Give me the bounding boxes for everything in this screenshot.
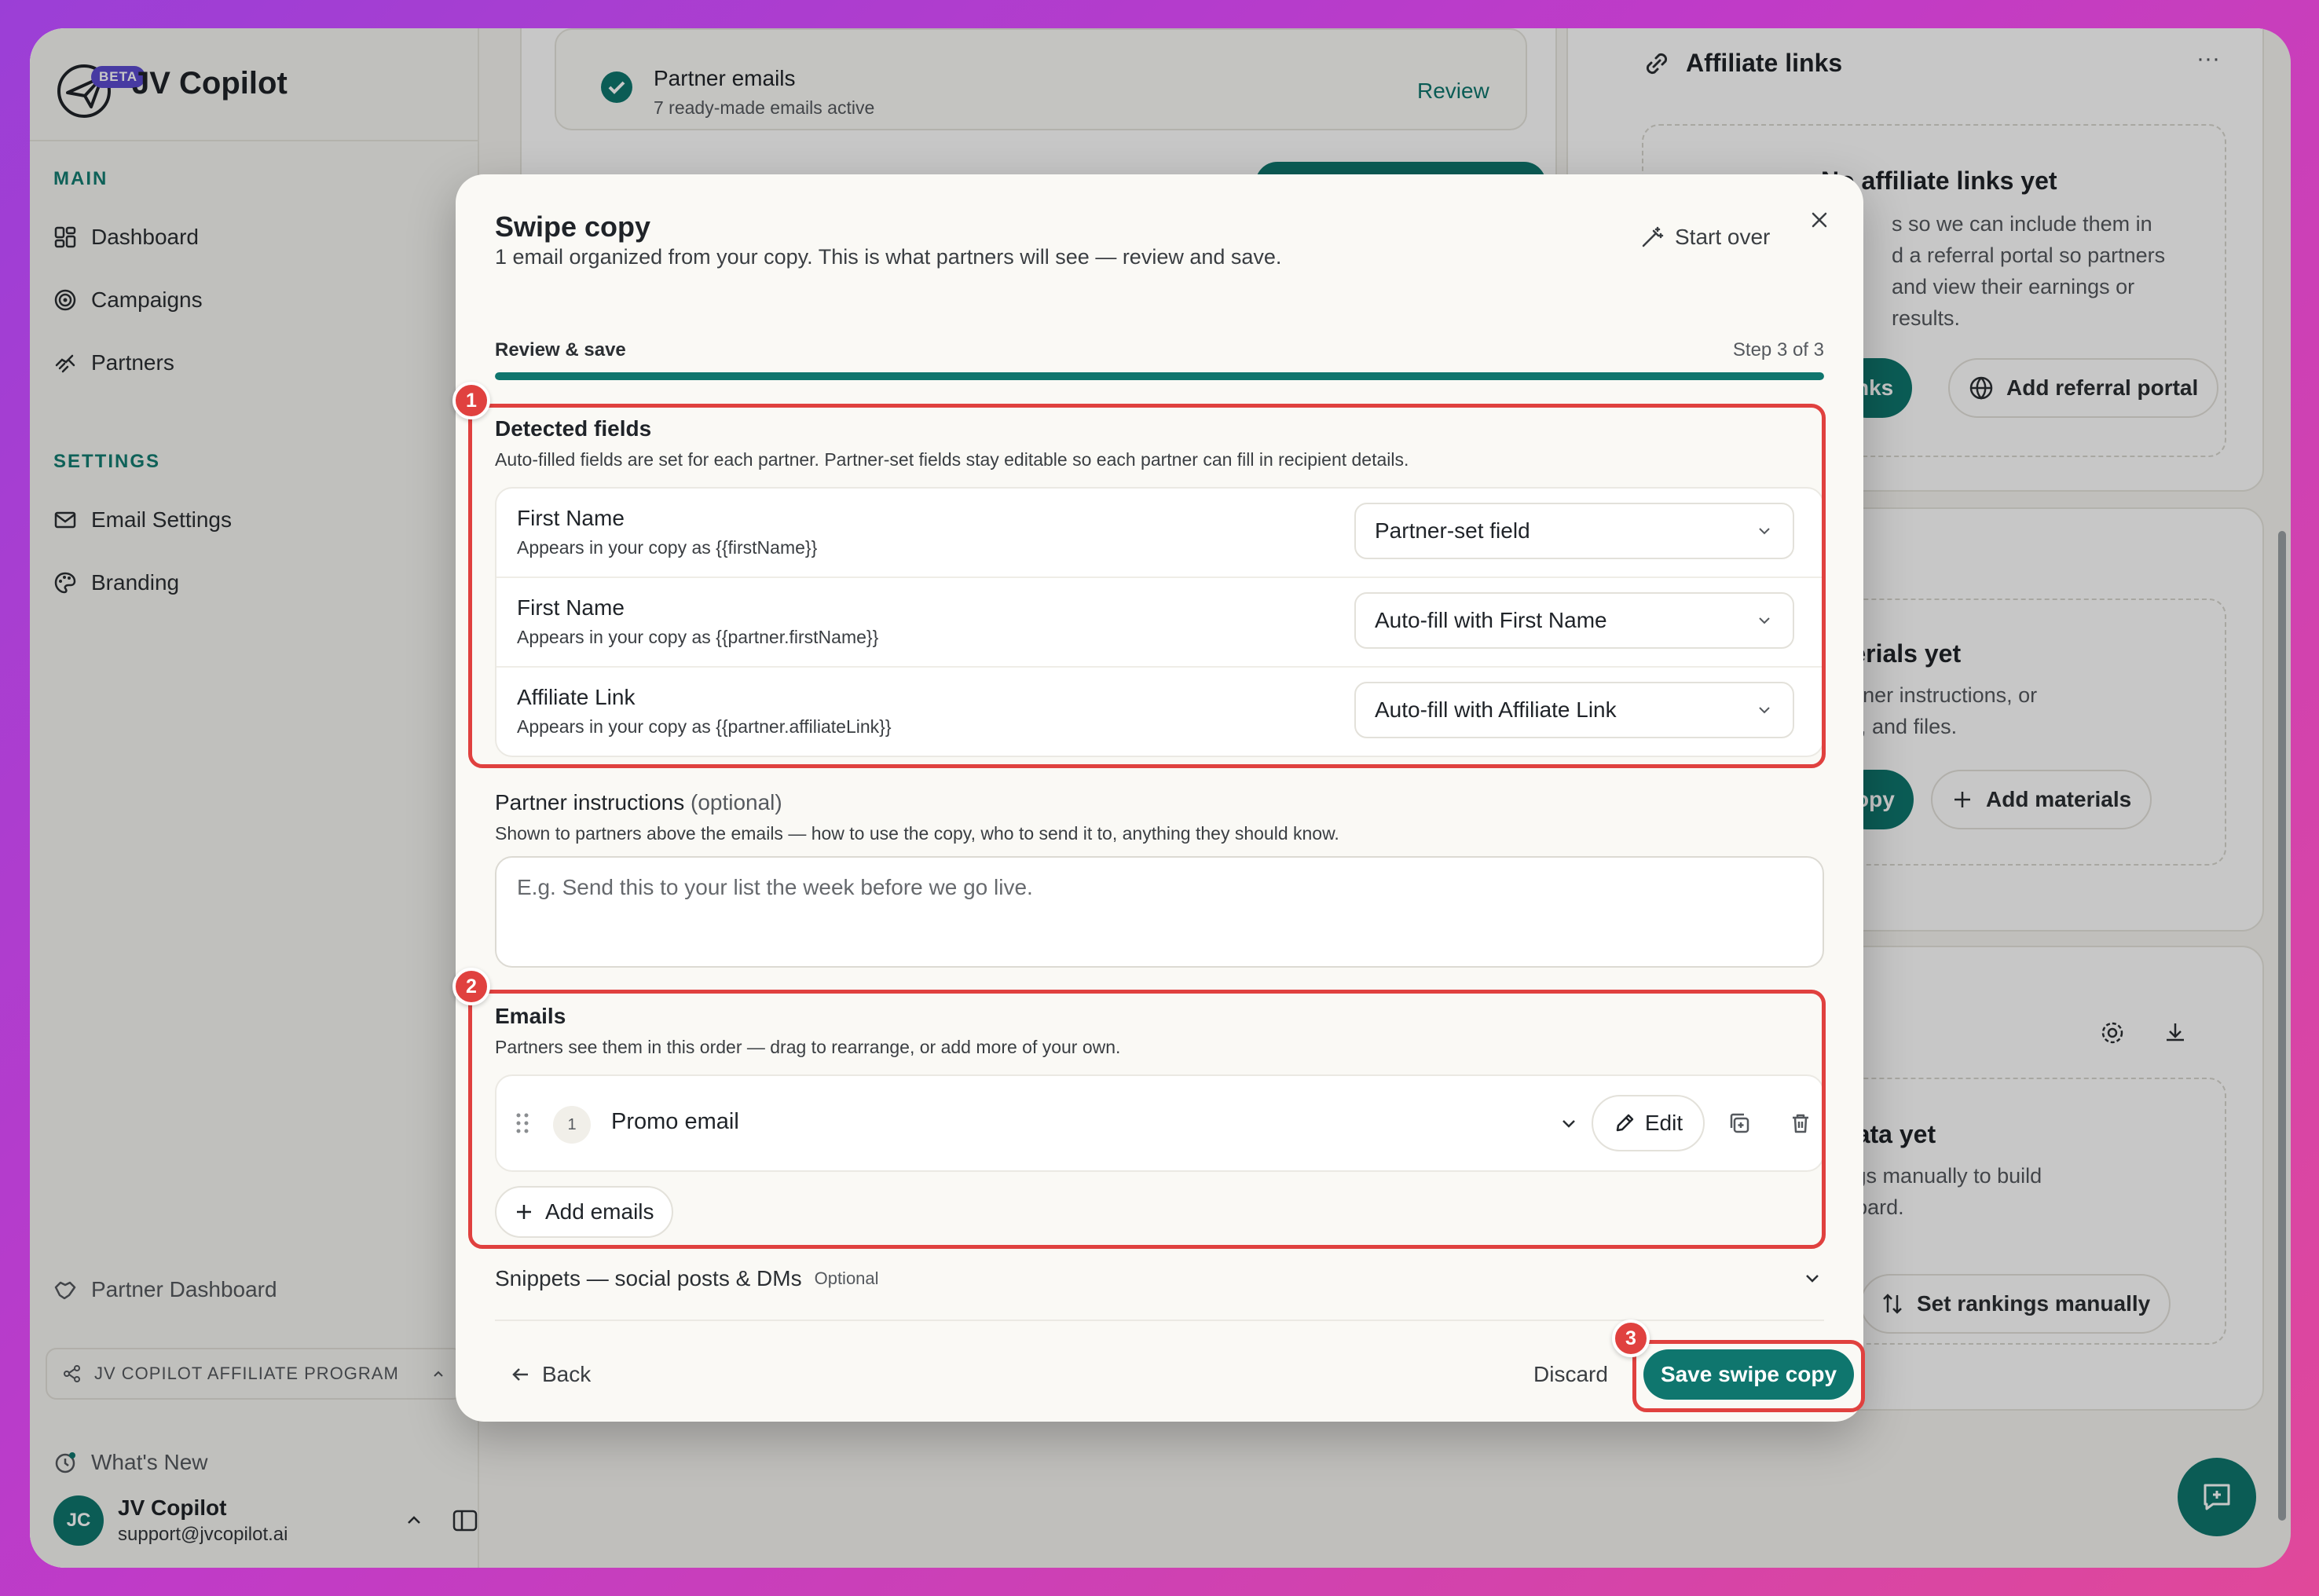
optional-label: (optional) bbox=[691, 790, 782, 814]
chevron-down-icon bbox=[1806, 1275, 1819, 1283]
magic-wand-icon bbox=[1642, 226, 1664, 247]
button-label: Start over bbox=[1675, 225, 1771, 249]
annotation-highlight-2 bbox=[468, 990, 1826, 1249]
optional-label: Optional bbox=[814, 1268, 879, 1288]
snippets-title: Snippets — social posts & DMs bbox=[495, 1266, 802, 1290]
button-label: Back bbox=[542, 1362, 592, 1386]
annotation-highlight-3 bbox=[1632, 1340, 1865, 1412]
instructions-label: Partner instructions bbox=[495, 790, 685, 814]
instructions-desc: Shown to partners above the emails — how… bbox=[495, 823, 1339, 844]
annotation-marker-1: 1 bbox=[452, 382, 490, 419]
snippets-section-toggle[interactable]: Snippets — social posts & DMs Optional bbox=[495, 1266, 1824, 1291]
discard-button[interactable]: Discard bbox=[1533, 1362, 1608, 1387]
swipe-copy-modal: Swipe copy 1 email organized from your c… bbox=[452, 174, 1865, 1422]
instructions-textarea[interactable]: E.g. Send this to your list the week bef… bbox=[495, 856, 1824, 968]
instructions-title: Partner instructions (optional) bbox=[495, 790, 782, 815]
annotation-marker-2: 2 bbox=[452, 968, 490, 1005]
progress-bar bbox=[495, 372, 1824, 380]
annotation-highlight-1 bbox=[468, 404, 1826, 768]
annotation-marker-3: 3 bbox=[1612, 1320, 1650, 1357]
close-icon bbox=[1812, 212, 1827, 228]
arrow-left-icon bbox=[512, 1368, 528, 1381]
textarea-placeholder: E.g. Send this to your list the week bef… bbox=[517, 875, 1033, 899]
step-count: Step 3 of 3 bbox=[1732, 339, 1824, 361]
progress-fill bbox=[495, 372, 1824, 380]
close-button[interactable] bbox=[1804, 204, 1835, 236]
start-over-button[interactable]: Start over bbox=[1640, 225, 1770, 250]
app-window: BETA JV Copilot MAIN Dashboard Campaigns… bbox=[30, 28, 2291, 1568]
modal-subtitle: 1 email organized from your copy. This i… bbox=[495, 245, 1282, 269]
step-label: Review & save bbox=[495, 339, 626, 361]
modal-title: Swipe copy bbox=[495, 210, 651, 243]
back-button[interactable]: Back bbox=[511, 1362, 591, 1387]
